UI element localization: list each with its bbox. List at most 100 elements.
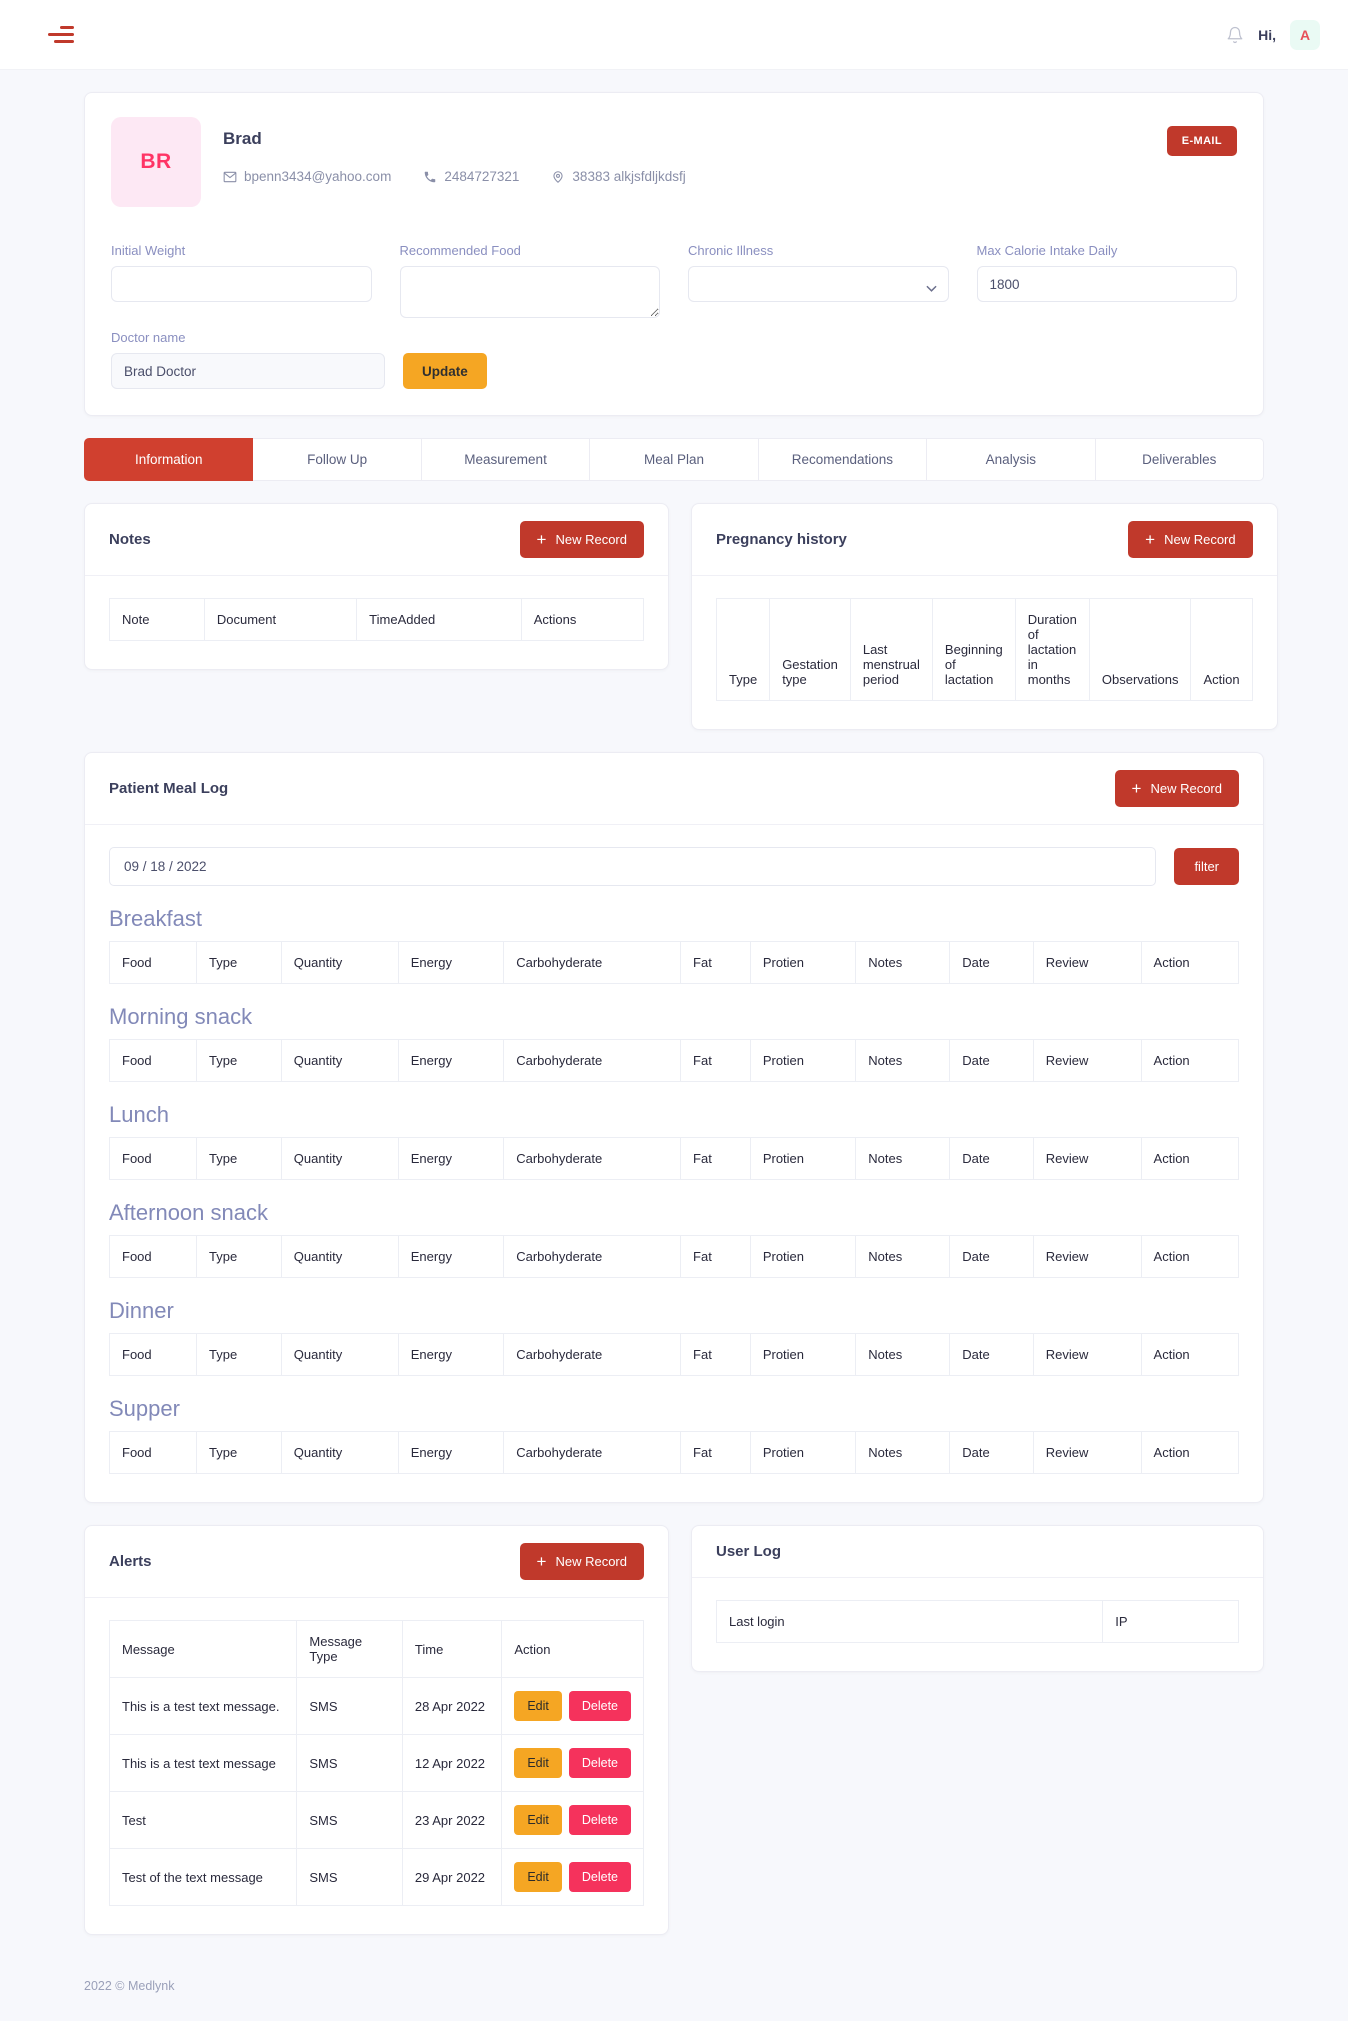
edit-button[interactable]: Edit — [514, 1691, 562, 1721]
meal-col-review: Review — [1032, 1235, 1142, 1278]
plus-icon: + — [1145, 530, 1156, 549]
delete-button[interactable]: Delete — [568, 1862, 631, 1892]
meal-col-food: Food — [108, 1333, 198, 1376]
edit-button[interactable]: Edit — [514, 1805, 562, 1835]
meal-col-carbohyderate: Carbohyderate — [503, 1039, 682, 1082]
meal-col-energy: Energy — [397, 1235, 505, 1278]
meal-col-food: Food — [108, 1431, 198, 1474]
meal-col-date: Date — [949, 1431, 1034, 1474]
meal-table-dinner: Food Type Quantity Energy Carbohyderate … — [108, 1333, 1240, 1376]
edit-button[interactable]: Edit — [514, 1748, 562, 1778]
meal-section-supper-heading: Supper — [109, 1396, 180, 1421]
edit-button[interactable]: Edit — [514, 1862, 562, 1892]
pregnancy-new-record-button[interactable]: + New Record — [1128, 521, 1253, 558]
tab-information[interactable]: Information — [84, 438, 254, 481]
chronic-illness-field-group: Chronic Illness — [688, 243, 949, 318]
meal-col-protien: Protien — [749, 1137, 857, 1180]
meal-col-protien: Protien — [749, 941, 857, 984]
delete-button[interactable]: Delete — [568, 1805, 631, 1835]
hamburger-menu-icon[interactable] — [48, 26, 74, 43]
alerts-col-message: Message — [108, 1620, 298, 1678]
meal-col-food: Food — [108, 1039, 198, 1082]
table-header-row: Food Type Quantity Energy Carbohyderate … — [108, 1431, 1240, 1474]
meal-col-date: Date — [949, 1235, 1034, 1278]
email-button[interactable]: E-MAIL — [1166, 126, 1237, 156]
user-log-col-ip: IP — [1102, 1600, 1239, 1643]
alerts-column: Alerts + New Record Message Message Type… — [84, 1525, 669, 1957]
page-content: BR Brad bpenn3434@yahoo.com 2484727321 3… — [0, 70, 1348, 1957]
meal-col-notes: Notes — [855, 1137, 951, 1180]
alert-type: SMS — [296, 1848, 403, 1906]
meal-section-breakfast-heading: Breakfast — [109, 906, 202, 931]
pregnancy-card-header: Pregnancy history + New Record — [692, 504, 1277, 576]
meal-col-energy: Energy — [397, 1333, 505, 1376]
alert-time: 29 Apr 2022 — [401, 1848, 503, 1906]
meal-col-carbohyderate: Carbohyderate — [503, 941, 682, 984]
delete-button[interactable]: Delete — [568, 1748, 631, 1778]
meal-section-dinner-heading: Dinner — [109, 1298, 174, 1323]
tab-analysis[interactable]: Analysis — [927, 438, 1096, 481]
alert-action-cell: Edit Delete — [501, 1677, 644, 1735]
tab-deliverables[interactable]: Deliverables — [1095, 438, 1264, 481]
pregnancy-history-card: Pregnancy history + New Record Type Gest… — [691, 503, 1278, 730]
meal-col-carbohyderate: Carbohyderate — [503, 1137, 682, 1180]
meal-col-energy: Energy — [397, 1431, 505, 1474]
notes-new-record-button[interactable]: + New Record — [519, 521, 644, 558]
alerts-new-record-button[interactable]: + New Record — [519, 1543, 644, 1580]
tab-measurement[interactable]: Measurement — [421, 438, 591, 481]
meal-col-date: Date — [949, 1137, 1034, 1180]
user-log-column: User Log Last login IP — [691, 1525, 1264, 1694]
profile-header: BR Brad bpenn3434@yahoo.com 2484727321 3… — [111, 117, 1237, 207]
alert-message: Test of the text message — [108, 1848, 298, 1906]
meal-col-carbohyderate: Carbohyderate — [503, 1235, 682, 1278]
meal-log-date-input[interactable] — [109, 847, 1157, 886]
meal-log-new-record-label: New Record — [1150, 781, 1222, 796]
meal-log-body: filter Breakfast Food Type Quantity Ener… — [85, 825, 1263, 1502]
meal-col-protien: Protien — [749, 1431, 857, 1474]
alert-message: Test — [108, 1791, 298, 1849]
section-tabs: Information Follow Up Measurement Meal P… — [84, 438, 1264, 481]
patient-phone-text: 2484727321 — [444, 169, 520, 184]
notes-col-timeadded: TimeAdded — [356, 598, 522, 641]
doctor-name-field-group: Doctor name — [111, 330, 385, 389]
pregnancy-table-header-row: Type Gestation type Last menstrual perio… — [715, 598, 1253, 701]
plus-icon: + — [536, 530, 547, 549]
recommended-food-textarea[interactable] — [399, 266, 660, 318]
meal-col-carbohyderate: Carbohyderate — [503, 1333, 682, 1376]
notes-column: Notes + New Record Note Document TimeAdd… — [84, 503, 669, 692]
user-avatar[interactable]: A — [1290, 19, 1320, 50]
meal-col-notes: Notes — [855, 1431, 951, 1474]
initial-weight-input[interactable] — [111, 266, 372, 302]
table-row: This is a test text message. SMS 28 Apr … — [108, 1677, 644, 1735]
meal-table-breakfast: Food Type Quantity Energy Carbohyderate … — [108, 941, 1240, 984]
alerts-new-record-label: New Record — [555, 1554, 627, 1569]
meal-col-food: Food — [108, 941, 198, 984]
update-button[interactable]: Update — [403, 353, 487, 389]
alerts-card-header: Alerts + New Record — [85, 1526, 668, 1598]
tab-recomendations[interactable]: Recomendations — [758, 438, 928, 481]
meal-table-afternoon-snack: Food Type Quantity Energy Carbohyderate … — [108, 1235, 1240, 1278]
tab-follow-up[interactable]: Follow Up — [253, 438, 422, 481]
meal-col-fat: Fat — [680, 1431, 751, 1474]
notes-new-record-label: New Record — [555, 532, 627, 547]
meal-log-new-record-button[interactable]: + New Record — [1114, 770, 1239, 807]
meal-log-header: Patient Meal Log + New Record — [85, 753, 1263, 825]
phone-icon — [423, 170, 437, 184]
alert-time: 23 Apr 2022 — [401, 1791, 503, 1849]
patient-meal-log-card: Patient Meal Log + New Record filter Bre… — [84, 752, 1264, 1503]
tab-meal-plan[interactable]: Meal Plan — [590, 438, 759, 481]
chronic-illness-select[interactable] — [688, 266, 949, 302]
alerts-title: Alerts — [109, 1553, 152, 1570]
notes-col-note: Note — [109, 598, 205, 641]
alert-time: 12 Apr 2022 — [401, 1734, 503, 1792]
notification-bell-icon[interactable] — [1226, 25, 1244, 45]
meal-table-morning-snack: Food Type Quantity Energy Carbohyderate … — [108, 1039, 1240, 1082]
delete-button[interactable]: Delete — [568, 1691, 631, 1721]
meal-log-filter-button[interactable]: filter — [1174, 848, 1239, 885]
alert-action-cell: Edit Delete — [501, 1848, 644, 1906]
max-calorie-input[interactable] — [976, 266, 1237, 302]
plus-icon: + — [1131, 779, 1142, 798]
doctor-name-input[interactable] — [111, 353, 385, 389]
patient-name: Brad — [223, 129, 262, 148]
meal-col-type: Type — [196, 1333, 282, 1376]
